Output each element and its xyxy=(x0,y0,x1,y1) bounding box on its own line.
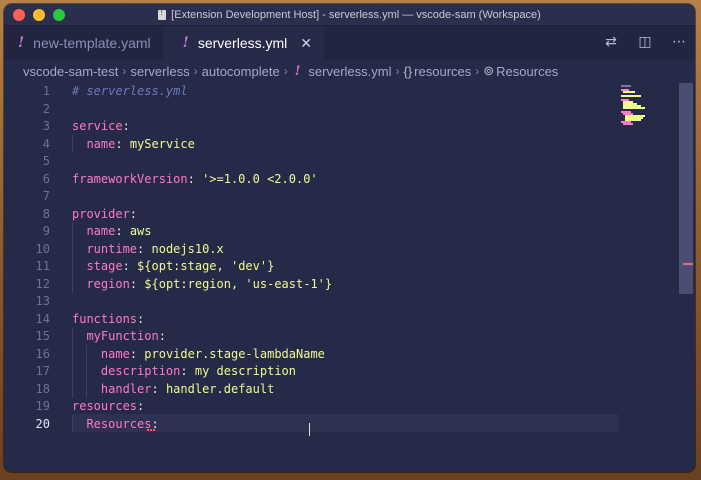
chevron-right-icon: › xyxy=(475,64,480,78)
code-line[interactable]: functions: xyxy=(72,311,144,329)
chevron-right-icon: › xyxy=(193,64,198,78)
line-number: 18 xyxy=(35,381,50,396)
maximize-window-button[interactable] xyxy=(53,9,65,21)
error-marker xyxy=(683,263,693,265)
property-symbol-icon: ⊚ xyxy=(483,63,495,78)
line-number: 5 xyxy=(42,154,50,168)
chevron-right-icon: › xyxy=(283,64,288,78)
minimap-line xyxy=(623,91,635,93)
code-line[interactable]: name: aws xyxy=(72,223,151,241)
breadcrumb-item[interactable]: autocomplete xyxy=(202,64,280,79)
window-controls xyxy=(13,9,65,21)
tab-label: serverless.yml xyxy=(197,35,288,51)
line-number: 12 xyxy=(35,276,50,291)
chevron-right-icon: › xyxy=(122,64,127,78)
breadcrumb-item[interactable]: resources xyxy=(414,64,471,79)
code-editor[interactable]: 1 2 3 4 5 6 7 8 9 10 11 12 13 14 15 16 17 18 19 20 # server… xyxy=(4,83,695,472)
code-line[interactable]: name: myService xyxy=(72,136,194,154)
tab-label: new-template.yaml xyxy=(33,35,151,51)
editor-tab-bar: ! new-template.yaml ! serverless.yml ✕ ⇄… xyxy=(4,26,695,60)
tab-new-template[interactable]: ! new-template.yaml xyxy=(4,26,163,60)
code-line[interactable]: region: ${opt:region, 'us-east-1'} xyxy=(72,276,332,294)
breadcrumb-item[interactable]: serverless xyxy=(130,64,189,79)
line-number-gutter: 1 2 3 4 5 6 7 8 9 10 11 12 13 14 15 16 17 18 19 20 xyxy=(4,83,66,472)
text-cursor-icon xyxy=(309,423,315,436)
minimap-line xyxy=(621,95,641,97)
minimap-line xyxy=(623,123,633,125)
code-line[interactable]: name: provider.stage-lambdaName xyxy=(72,346,325,364)
editor-actions: ⇄ ◫ ⋯ xyxy=(603,34,687,50)
line-number: 9 xyxy=(42,224,50,238)
code-line[interactable]: handler: handler.default xyxy=(72,381,274,399)
chevron-right-icon: › xyxy=(395,64,400,78)
line-number: 17 xyxy=(35,364,50,378)
yaml-exclamation-icon: ! xyxy=(294,63,301,79)
minimap-line xyxy=(621,85,631,87)
breadcrumb: vscode-sam-test › serverless › autocompl… xyxy=(4,60,695,82)
line-number: 11 xyxy=(35,259,50,273)
more-actions-icon[interactable]: ⋯ xyxy=(671,34,687,50)
minimize-window-button[interactable] xyxy=(33,9,45,21)
code-line[interactable]: # serverless.yml xyxy=(72,83,188,101)
vscode-window: [Extension Development Host] - serverles… xyxy=(4,4,695,472)
yaml-exclamation-icon: ! xyxy=(182,35,189,51)
document-icon xyxy=(158,8,167,20)
code-line[interactable]: description: my description xyxy=(72,363,296,381)
compare-changes-icon[interactable]: ⇄ xyxy=(603,34,619,50)
code-line[interactable]: myFunction: xyxy=(72,328,165,346)
code-line[interactable]: resources: xyxy=(72,398,144,416)
breadcrumb-item[interactable]: Resources xyxy=(496,64,558,79)
line-number: 8 xyxy=(42,206,50,221)
line-number: 14 xyxy=(35,311,50,326)
line-number: 19 xyxy=(35,399,50,413)
code-line[interactable]: Resources: xyxy=(72,416,158,434)
object-symbol-icon: {} xyxy=(403,63,413,79)
minimap[interactable] xyxy=(617,83,695,472)
line-number: 13 xyxy=(35,294,50,308)
line-number: 2 xyxy=(42,101,50,116)
code-lines[interactable]: # serverless.yml service: name: myService… xyxy=(72,83,682,472)
code-line[interactable]: runtime: nodejs10.x xyxy=(72,241,223,259)
title-bar: [Extension Development Host] - serverles… xyxy=(4,4,695,26)
line-number: 7 xyxy=(42,189,50,203)
code-line[interactable]: frameworkVersion: '>=1.0.0 <2.0.0' xyxy=(72,171,318,189)
window-title: [Extension Development Host] - serverles… xyxy=(171,8,541,21)
minimap-line xyxy=(623,107,645,109)
line-number: 1 xyxy=(42,84,50,98)
line-number: 6 xyxy=(42,171,50,186)
line-number: 15 xyxy=(35,329,50,343)
line-number: 20 xyxy=(35,416,50,431)
line-number: 4 xyxy=(42,136,50,151)
line-number: 3 xyxy=(42,119,50,133)
code-line[interactable]: provider: xyxy=(72,206,137,224)
close-window-button[interactable] xyxy=(13,9,25,21)
code-line[interactable]: stage: ${opt:stage, 'dev'} xyxy=(72,258,274,276)
tab-serverless[interactable]: ! serverless.yml ✕ xyxy=(162,26,325,60)
breadcrumb-item[interactable]: serverless.yml xyxy=(308,64,391,79)
close-tab-icon[interactable]: ✕ xyxy=(300,35,312,52)
error-squiggle xyxy=(147,428,155,431)
code-line[interactable]: service: xyxy=(72,118,130,136)
breadcrumb-item[interactable]: vscode-sam-test xyxy=(23,64,118,79)
line-number: 10 xyxy=(35,241,50,256)
line-number: 16 xyxy=(35,346,50,361)
yaml-exclamation-icon: ! xyxy=(18,35,25,51)
split-editor-icon[interactable]: ◫ xyxy=(637,34,653,50)
